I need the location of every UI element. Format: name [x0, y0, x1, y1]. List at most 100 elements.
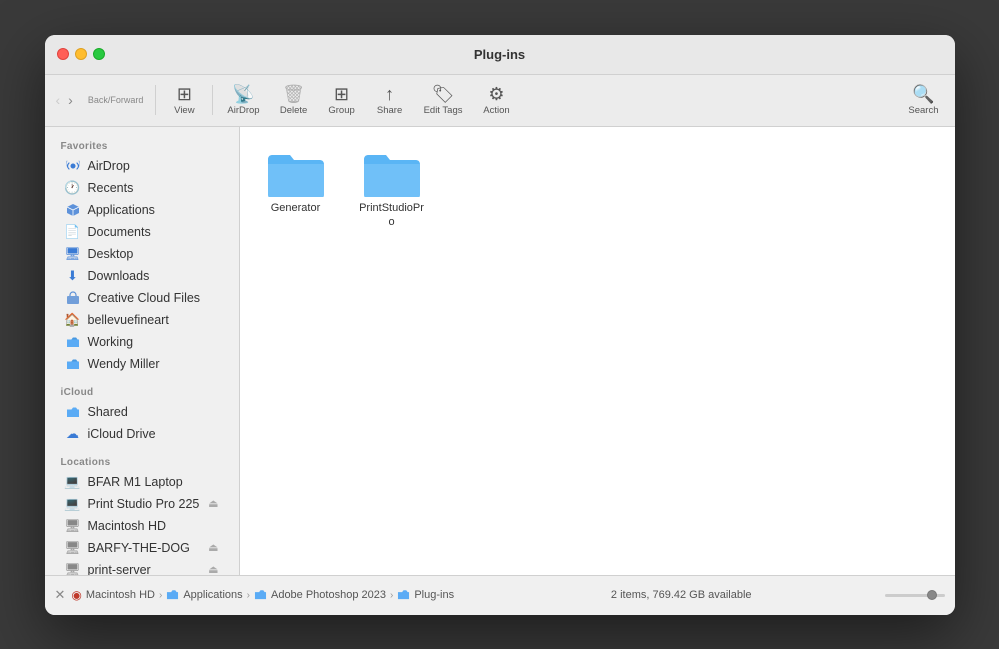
group-icon: ⊞	[334, 85, 349, 103]
sidebar-bfar-m1-label: BFAR M1 Laptop	[88, 475, 183, 489]
sidebar-item-working[interactable]: Working	[49, 331, 235, 353]
status-text: 2 items, 769.42 GB available	[478, 589, 885, 601]
zoom-slider-thumb[interactable]	[927, 590, 937, 600]
forward-arrow-icon: ›	[68, 92, 73, 108]
bellevuefineart-sidebar-icon: 🏠	[65, 312, 81, 328]
view-icon: ⊞	[177, 85, 192, 103]
breadcrumb-plug-ins[interactable]: Plug-ins	[397, 588, 454, 603]
airdrop-label: AirDrop	[227, 105, 259, 116]
icloud-drive-sidebar-icon: ☁	[65, 426, 81, 442]
finder-window: Plug-ins ‹ › Back/Forward ⊞ View 📡 AirDr…	[45, 35, 955, 615]
print-server-eject-icon[interactable]: ⏏	[208, 563, 218, 575]
sidebar-item-downloads[interactable]: ⬇ Downloads	[49, 265, 235, 287]
maximize-button[interactable]	[93, 48, 105, 60]
breadcrumb-sep-1: ›	[159, 590, 162, 601]
traffic-lights	[57, 48, 105, 60]
view-button[interactable]: ⊞ View	[162, 81, 206, 120]
sidebar-desktop-label: Desktop	[88, 247, 134, 261]
plug-ins-bc-icon	[397, 588, 410, 603]
tags-icon: 🏷	[432, 85, 455, 103]
delete-icon: 🗑	[282, 85, 305, 103]
breadcrumb: ◉ Macintosh HD › Applications ›	[71, 588, 478, 603]
group-button[interactable]: ⊞ Group	[320, 81, 364, 120]
printstudiopro-label: PrintStudioPro	[358, 201, 426, 230]
close-button[interactable]	[57, 48, 69, 60]
sidebar-item-desktop[interactable]: 🖥 Desktop	[49, 243, 235, 265]
sidebar-item-macintosh-hd[interactable]: 🖥 Macintosh HD	[49, 515, 235, 537]
barfy-icon: 🖥	[65, 540, 81, 556]
file-grid: Generator PrintStudioPro	[256, 143, 939, 236]
nav-buttons: ‹ ›	[53, 88, 76, 112]
back-button[interactable]: ‹	[53, 88, 64, 112]
airdrop-button[interactable]: 📡 AirDrop	[219, 81, 267, 120]
locations-header: Locations	[45, 451, 239, 471]
print-studio-eject-icon[interactable]: ⏏	[208, 497, 218, 510]
share-label: Share	[377, 105, 402, 116]
breadcrumb-applications[interactable]: Applications	[166, 588, 242, 603]
wendy-miller-sidebar-icon	[65, 356, 81, 372]
sidebar-item-wendy-miller[interactable]: Wendy Miller	[49, 353, 235, 375]
toolbar: ‹ › Back/Forward ⊞ View 📡 AirDrop 🗑 Dele…	[45, 75, 955, 127]
sidebar-print-server-label: print-server	[88, 563, 151, 575]
favorites-header: Favorites	[45, 135, 239, 155]
macintosh-hd-icon: 🖥	[65, 518, 81, 534]
sidebar-item-documents[interactable]: 📄 Documents	[49, 221, 235, 243]
sidebar-item-barfy[interactable]: 🖥 BARFY-THE-DOG ⏏	[49, 537, 235, 559]
breadcrumb-plug-ins-label: Plug-ins	[414, 589, 454, 601]
action-button[interactable]: ⚙ Action	[474, 81, 518, 120]
sidebar-item-bfar-m1[interactable]: 💻 BFAR M1 Laptop	[49, 471, 235, 493]
action-label: Action	[483, 105, 509, 116]
sidebar-applications-label: Applications	[88, 203, 155, 217]
main-content: Favorites AirDrop 🕐 Recents	[45, 127, 955, 575]
back-forward-label: Back/Forward	[88, 95, 144, 105]
print-server-icon: 🖥	[65, 562, 81, 575]
zoom-slider[interactable]	[885, 594, 945, 597]
sidebar-item-bellevuefineart[interactable]: 🏠 bellevuefineart	[49, 309, 235, 331]
forward-button[interactable]: ›	[65, 88, 76, 112]
statusbar: ✕ ◉ Macintosh HD › Applications ›	[45, 575, 955, 615]
print-studio-icon: 💻	[65, 496, 81, 512]
search-label: Search	[908, 105, 938, 116]
share-button[interactable]: ↑ Share	[368, 81, 412, 120]
sidebar-item-creative-cloud[interactable]: Creative Cloud Files	[49, 287, 235, 309]
sidebar-item-applications[interactable]: Applications	[49, 199, 235, 221]
view-label: View	[174, 105, 194, 116]
search-button[interactable]: 🔍 Search	[900, 81, 946, 120]
edit-tags-label: Edit Tags	[424, 105, 463, 116]
sidebar-item-icloud-drive[interactable]: ☁ iCloud Drive	[49, 423, 235, 445]
barfy-eject-icon[interactable]: ⏏	[208, 541, 218, 554]
breadcrumb-macintosh-hd[interactable]: ◉ Macintosh HD	[71, 588, 155, 602]
file-item-generator[interactable]: Generator	[256, 143, 336, 236]
titlebar: Plug-ins	[45, 35, 955, 75]
sidebar-item-recents[interactable]: 🕐 Recents	[49, 177, 235, 199]
delete-button[interactable]: 🗑 Delete	[272, 81, 316, 120]
file-item-printstudiopro[interactable]: PrintStudioPro	[352, 143, 432, 236]
airdrop-icon: 📡	[232, 85, 254, 103]
edit-tags-button[interactable]: 🏷 Edit Tags	[416, 81, 471, 120]
breadcrumb-sep-3: ›	[390, 590, 393, 601]
macintosh-hd-bc-icon: ◉	[71, 588, 81, 602]
share-icon: ↑	[385, 85, 394, 103]
sidebar-item-print-studio[interactable]: 💻 Print Studio Pro 225 ⏏	[49, 493, 235, 515]
breadcrumb-sep-2: ›	[247, 590, 250, 601]
minimize-button[interactable]	[75, 48, 87, 60]
airdrop-sidebar-icon	[65, 158, 81, 174]
sidebar-item-print-server[interactable]: 🖥 print-server ⏏	[49, 559, 235, 575]
applications-bc-icon	[166, 588, 179, 603]
downloads-sidebar-icon: ⬇	[65, 268, 81, 284]
shared-sidebar-icon	[65, 404, 81, 420]
breadcrumb-adobe-photoshop-label: Adobe Photoshop 2023	[271, 589, 386, 601]
breadcrumb-applications-label: Applications	[183, 589, 242, 601]
status-right	[885, 594, 945, 597]
sidebar-icloud-drive-label: iCloud Drive	[88, 427, 156, 441]
applications-sidebar-icon	[65, 202, 81, 218]
documents-sidebar-icon: 📄	[65, 224, 81, 240]
generator-folder-icon	[268, 149, 324, 197]
statusbar-close-icon[interactable]: ✕	[55, 587, 66, 603]
breadcrumb-adobe-photoshop[interactable]: Adobe Photoshop 2023	[254, 588, 386, 603]
icloud-header: iCloud	[45, 381, 239, 401]
sidebar-recents-label: Recents	[88, 181, 134, 195]
sidebar-item-shared[interactable]: Shared	[49, 401, 235, 423]
sidebar-item-airdrop[interactable]: AirDrop	[49, 155, 235, 177]
window-title: Plug-ins	[474, 47, 525, 62]
